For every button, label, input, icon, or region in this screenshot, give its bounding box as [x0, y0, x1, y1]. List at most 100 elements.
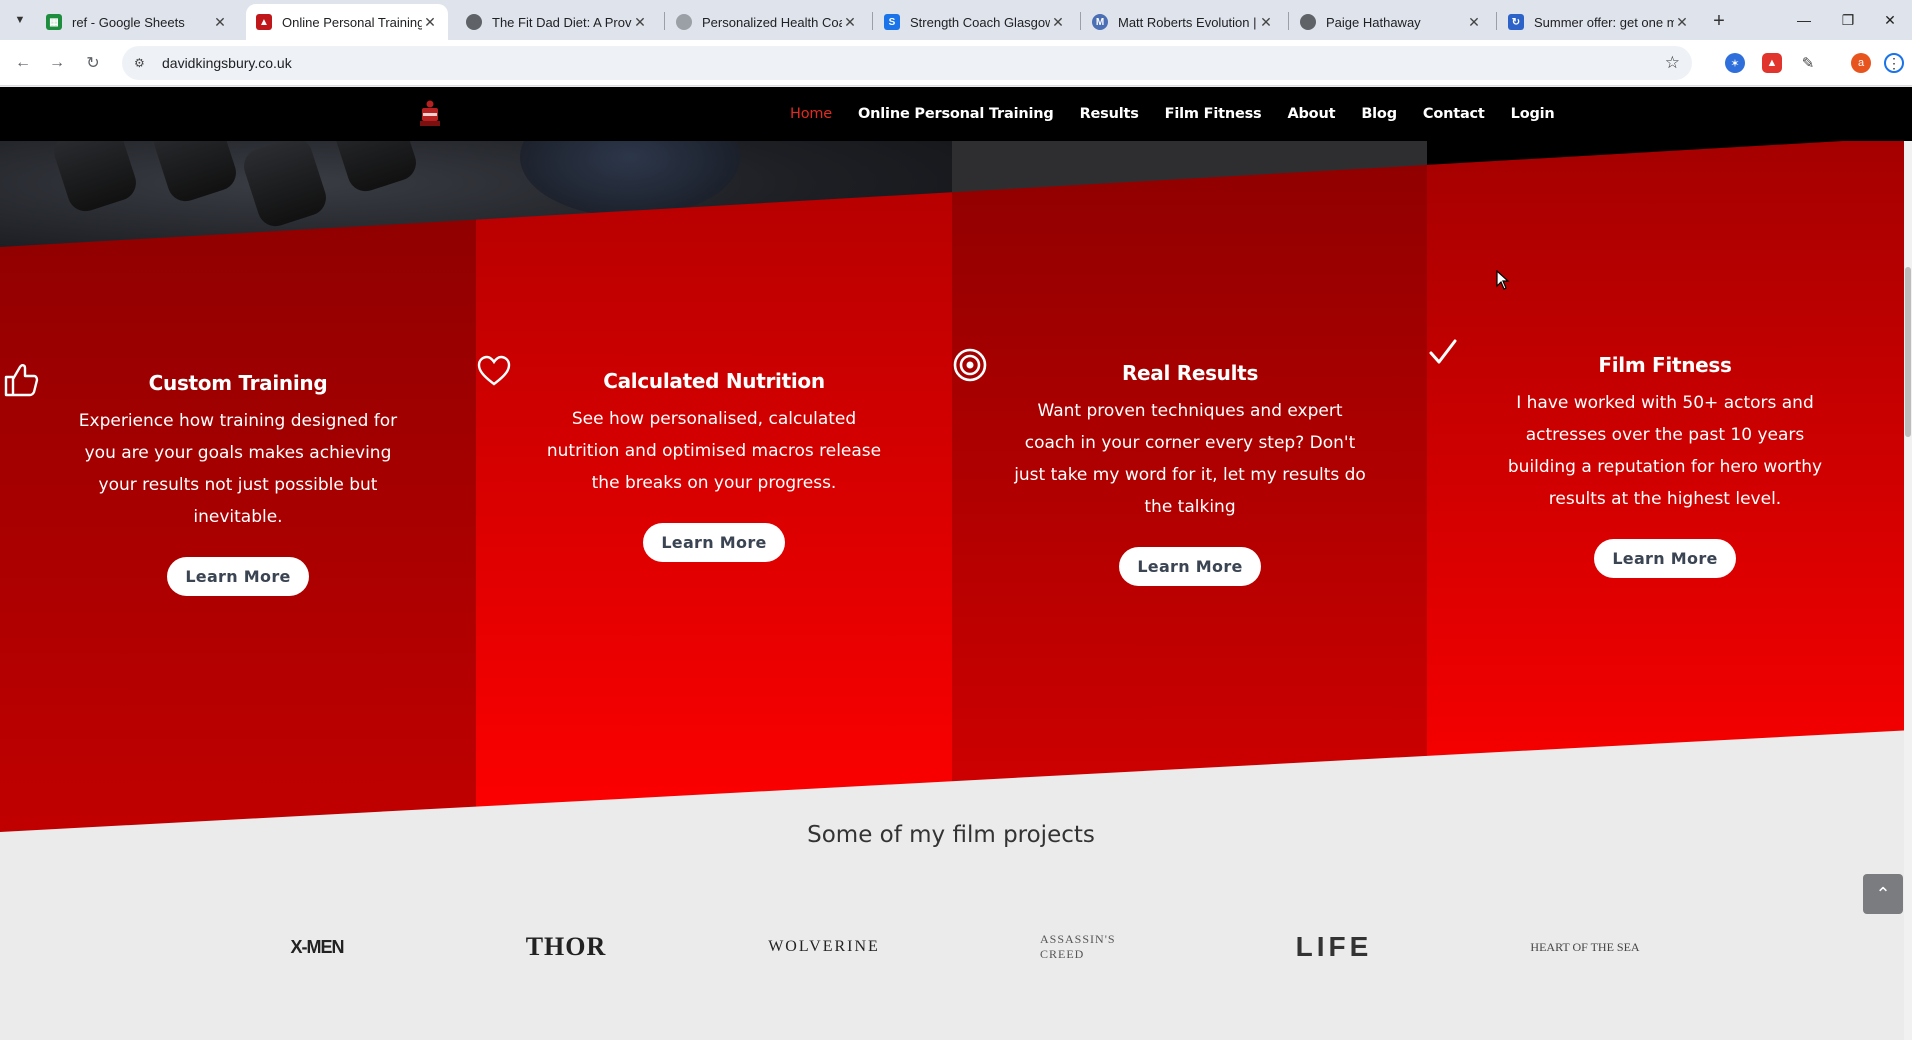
film-logo-xmen: X-MEN — [290, 936, 345, 957]
main-nav: Home Online Personal Training Results Fi… — [790, 87, 1581, 141]
nav-blog[interactable]: Blog — [1361, 106, 1397, 122]
close-icon[interactable]: ✕ — [1258, 14, 1274, 31]
site-header: Home Online Personal Training Results Fi… — [0, 87, 1912, 141]
kb-icon: ▲ — [256, 14, 272, 30]
close-icon[interactable]: ✕ — [422, 14, 438, 31]
scrollbar-thumb[interactable] — [1905, 267, 1911, 437]
tab-title: Paige Hathaway — [1326, 14, 1421, 30]
site-logo[interactable] — [416, 99, 444, 129]
feature-card-film-fitness: Film Fitness I have worked with 50+ acto… — [1427, 337, 1903, 578]
feature-text: I have worked with 50+ actors and actres… — [1507, 393, 1823, 509]
tab-title: Online Personal Training & — [282, 14, 422, 30]
nav-results[interactable]: Results — [1080, 106, 1139, 122]
tab-fit-dad-diet[interactable]: The Fit Dad Diet: A Proven ✕ — [456, 4, 658, 40]
feature-title: Real Results — [1121, 361, 1259, 385]
sheets-icon: ▦ — [46, 14, 62, 30]
globe-icon — [466, 14, 482, 30]
tab-paige-hathaway[interactable]: Paige Hathaway ✕ — [1290, 4, 1492, 40]
mouse-cursor-icon — [1496, 270, 1510, 290]
browser-toolbar: ← → ↻ ⚙ davidkingsbury.co.uk ☆ ✶ ▲ ✎ a ⋮ — [0, 40, 1912, 86]
close-icon[interactable]: ✕ — [1466, 14, 1482, 31]
film-logo-heart-of-the-sea: HEART OF THE SEA — [1530, 939, 1640, 954]
new-tab-button[interactable]: + — [1706, 8, 1732, 34]
feature-card-calculated-nutrition: Calculated Nutrition See how personalise… — [476, 355, 952, 562]
close-icon[interactable]: ✕ — [1674, 14, 1690, 31]
feature-text: Want proven techniques and expert coach … — [1014, 401, 1366, 517]
heart-icon — [477, 355, 511, 386]
film-logo-life: LIFE — [1295, 931, 1373, 962]
tab-strength-coach-glasgow[interactable]: S Strength Coach Glasgow ✕ — [874, 4, 1076, 40]
tab-title: Matt Roberts Evolution | — [1118, 14, 1257, 30]
menu-icon[interactable]: ⋮ — [1884, 53, 1904, 73]
avatar[interactable]: a — [1851, 53, 1871, 73]
feature-text: Experience how training designed for you… — [78, 411, 398, 527]
url-text[interactable]: davidkingsbury.co.uk — [162, 55, 292, 71]
film-logo-wolverine: WOLVERINE — [768, 938, 880, 955]
feature-card-custom-training: Custom Training Experience how training … — [0, 359, 476, 596]
nav-film-fitness[interactable]: Film Fitness — [1165, 106, 1262, 122]
film-logo-thor: THOR — [525, 932, 607, 961]
page-viewport: Home Online Personal Training Results Fi… — [0, 87, 1912, 1040]
checkmark-icon — [1429, 339, 1457, 364]
globe-icon — [1300, 14, 1316, 30]
bookmark-star-icon[interactable]: ☆ — [1665, 53, 1680, 73]
tab-divider — [1288, 12, 1289, 30]
tab-divider — [872, 12, 873, 30]
offer-icon: ↻ — [1508, 14, 1524, 30]
minimize-icon[interactable]: — — [1784, 6, 1824, 34]
feature-title: Custom Training — [148, 371, 328, 395]
site-info-icon[interactable]: ⚙ — [134, 56, 152, 70]
feature-title: Film Fitness — [1598, 353, 1732, 377]
tab-personalized-health-coach[interactable]: Personalized Health Coach ✕ — [666, 4, 868, 40]
tab-title: The Fit Dad Diet: A Proven — [492, 14, 632, 30]
nav-about[interactable]: About — [1287, 106, 1335, 122]
restore-icon[interactable]: ❐ — [1828, 6, 1868, 34]
feature-text: See how personalised, calculated nutriti… — [546, 409, 882, 493]
tab-title: Summer offer: get one m — [1534, 14, 1674, 30]
features-section: Custom Training Experience how training … — [0, 137, 1912, 837]
thumbs-up-icon — [4, 364, 39, 397]
forward-icon[interactable]: → — [44, 50, 70, 76]
tab-strip: ▼ ▦ ref - Google Sheets ✕ ▲ Online Perso… — [0, 0, 1912, 40]
reload-icon[interactable]: ↻ — [80, 50, 106, 76]
close-icon[interactable]: ✕ — [842, 14, 858, 31]
tab-matt-roberts[interactable]: M Matt Roberts Evolution | ✕ — [1082, 4, 1284, 40]
back-to-top-button[interactable]: ⌃ — [1863, 874, 1903, 914]
learn-more-button[interactable]: Learn More — [643, 523, 785, 562]
back-icon[interactable]: ← — [10, 50, 36, 76]
learn-more-button[interactable]: Learn More — [1119, 547, 1261, 586]
s-icon: S — [884, 14, 900, 30]
nav-contact[interactable]: Contact — [1423, 106, 1485, 122]
address-bar[interactable]: ⚙ davidkingsbury.co.uk ☆ — [122, 46, 1692, 80]
tab-online-personal-training[interactable]: ▲ Online Personal Training & ✕ — [246, 4, 448, 40]
tab-title: Personalized Health Coach — [702, 14, 842, 30]
close-icon[interactable]: ✕ — [632, 14, 648, 31]
tab-divider — [1080, 12, 1081, 30]
close-icon[interactable]: ✕ — [212, 14, 228, 31]
close-icon[interactable]: ✕ — [1050, 14, 1066, 31]
extension-icon[interactable]: ✶ — [1725, 53, 1745, 73]
nav-online-personal-training[interactable]: Online Personal Training — [858, 106, 1054, 122]
target-icon — [953, 348, 987, 382]
tab-divider — [664, 12, 665, 30]
film-logo-assassins-creed: ASSASSIN'S CREED — [1040, 932, 1116, 961]
tab-search-icon[interactable]: ▼ — [8, 8, 32, 32]
vertical-scrollbar[interactable] — [1904, 87, 1912, 1040]
film-projects-heading: Some of my film projects — [807, 822, 1095, 848]
globe-icon — [676, 14, 692, 30]
mr-icon: M — [1092, 14, 1108, 30]
learn-more-button[interactable]: Learn More — [1594, 539, 1736, 578]
tab-title: Strength Coach Glasgow — [910, 14, 1050, 30]
close-window-icon[interactable]: ✕ — [1870, 6, 1910, 34]
tab-divider — [1496, 12, 1497, 30]
tab-title: ref - Google Sheets — [72, 14, 185, 30]
tab-google-sheets[interactable]: ▦ ref - Google Sheets ✕ — [36, 4, 238, 40]
shield-icon[interactable]: ▲ — [1762, 53, 1782, 73]
nav-home[interactable]: Home — [790, 106, 832, 122]
tab-summer-offer[interactable]: ↻ Summer offer: get one m ✕ — [1498, 4, 1700, 40]
puzzle-icon[interactable]: ✎ — [1798, 53, 1818, 73]
feature-title: Calculated Nutrition — [603, 369, 825, 393]
feature-card-real-results: Real Results Want proven techniques and … — [952, 347, 1428, 586]
nav-login[interactable]: Login — [1511, 106, 1555, 122]
learn-more-button[interactable]: Learn More — [167, 557, 309, 596]
